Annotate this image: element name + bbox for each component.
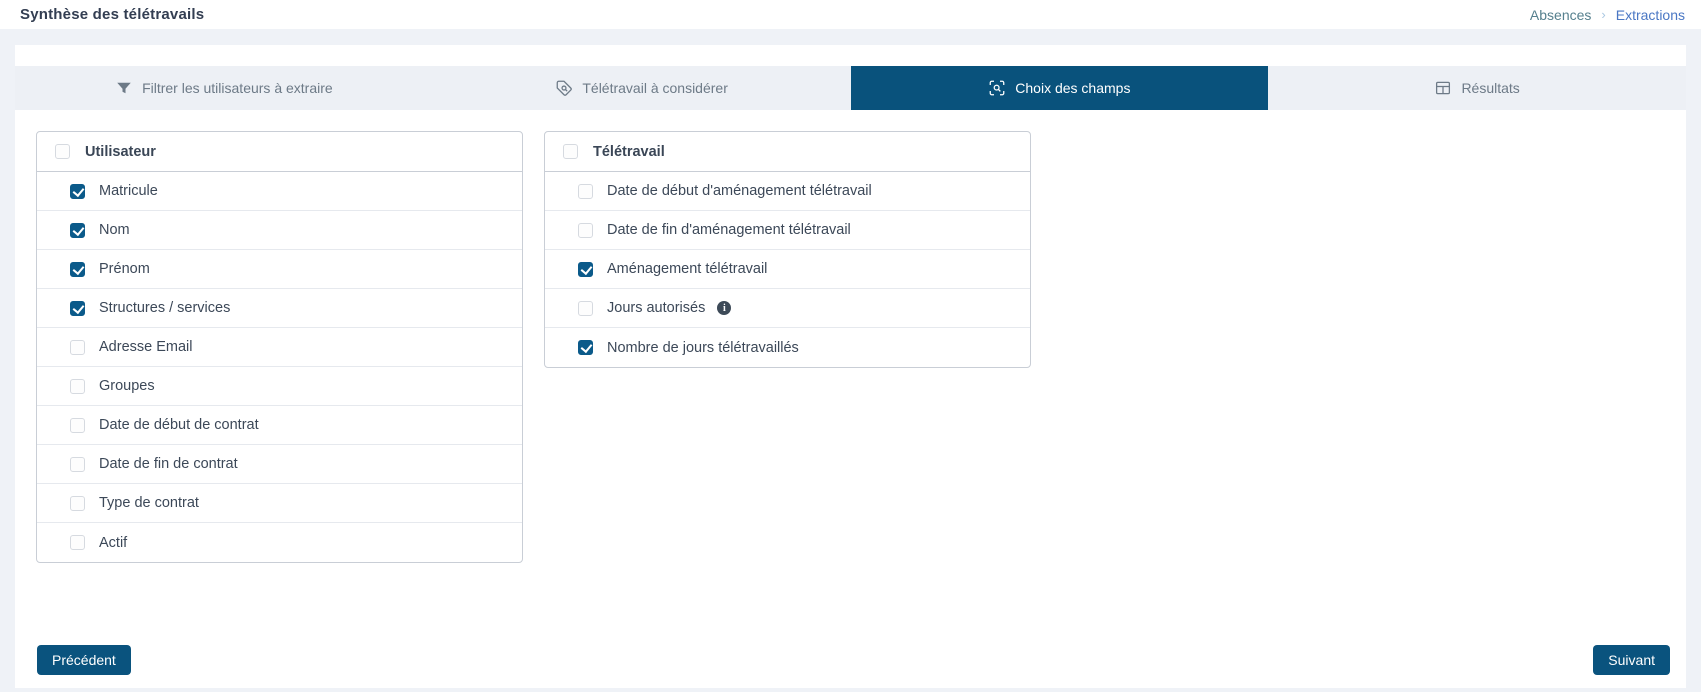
breadcrumb-current[interactable]: Extractions <box>1616 7 1685 23</box>
panel-title: Utilisateur <box>85 144 156 160</box>
field-label: Matricule <box>99 183 158 199</box>
field-label: Jours autorisés <box>607 300 705 316</box>
tab-filter-users[interactable]: Filtrer les utilisateurs à extraire <box>15 66 433 110</box>
checkbox[interactable] <box>578 340 593 355</box>
breadcrumb-parent[interactable]: Absences <box>1530 7 1591 23</box>
field-row-adresse-email[interactable]: Adresse Email <box>37 328 522 367</box>
field-label: Nombre de jours télétravaillés <box>607 340 799 356</box>
info-icon[interactable]: i <box>717 301 731 315</box>
tab-label: Filtrer les utilisateurs à extraire <box>142 80 333 96</box>
field-label: Actif <box>99 535 127 551</box>
breadcrumb-separator-icon: › <box>1601 7 1605 22</box>
field-row-structures[interactable]: Structures / services <box>37 289 522 328</box>
field-label: Date de début d'aménagement télétravail <box>607 183 872 199</box>
select-all-teletravail-checkbox[interactable] <box>563 144 578 159</box>
tab-telework-consider[interactable]: Télétravail à considérer <box>433 66 851 110</box>
field-row-date-fin-amenagement[interactable]: Date de fin d'aménagement télétravail <box>545 211 1030 250</box>
field-label: Structures / services <box>99 300 230 316</box>
scan-search-icon <box>988 79 1006 97</box>
next-button[interactable]: Suivant <box>1593 645 1670 675</box>
filter-icon <box>115 79 133 97</box>
tab-label: Résultats <box>1461 80 1519 96</box>
table-icon <box>1434 79 1452 97</box>
field-row-amenagement-teletravail[interactable]: Aménagement télétravail <box>545 250 1030 289</box>
panel-teletravail-header: Télétravail <box>545 132 1030 172</box>
field-row-matricule[interactable]: Matricule <box>37 172 522 211</box>
checkbox[interactable] <box>578 301 593 316</box>
checkbox[interactable] <box>70 262 85 277</box>
field-label: Groupes <box>99 378 155 394</box>
wizard-footer: Précédent Suivant <box>37 645 1670 675</box>
checkbox[interactable] <box>70 418 85 433</box>
field-selection-area: Utilisateur Matricule Nom Prénom Struct <box>15 110 1686 563</box>
checkbox[interactable] <box>578 184 593 199</box>
panel-utilisateur-header: Utilisateur <box>37 132 522 172</box>
field-row-actif[interactable]: Actif <box>37 523 522 562</box>
panel-title: Télétravail <box>593 144 665 160</box>
field-row-date-debut-contrat[interactable]: Date de début de contrat <box>37 406 522 445</box>
field-row-nombre-jours-teletravailles[interactable]: Nombre de jours télétravaillés <box>545 328 1030 367</box>
field-row-prenom[interactable]: Prénom <box>37 250 522 289</box>
field-label: Prénom <box>99 261 150 277</box>
breadcrumb: Absences › Extractions <box>1530 7 1685 23</box>
checkbox[interactable] <box>70 379 85 394</box>
field-label: Adresse Email <box>99 339 192 355</box>
page-title: Synthèse des télétravails <box>20 6 204 23</box>
checkbox[interactable] <box>70 184 85 199</box>
field-label: Type de contrat <box>99 495 199 511</box>
checkbox[interactable] <box>70 457 85 472</box>
wizard-tabs: Filtrer les utilisateurs à extraire Télé… <box>15 66 1686 110</box>
select-all-utilisateur-checkbox[interactable] <box>55 144 70 159</box>
checkbox[interactable] <box>70 223 85 238</box>
field-row-date-fin-contrat[interactable]: Date de fin de contrat <box>37 445 522 484</box>
tag-search-icon <box>555 79 573 97</box>
checkbox[interactable] <box>70 535 85 550</box>
tab-results[interactable]: Résultats <box>1268 66 1686 110</box>
checkbox[interactable] <box>578 223 593 238</box>
main-card: Filtrer les utilisateurs à extraire Télé… <box>15 45 1686 688</box>
checkbox[interactable] <box>70 496 85 511</box>
field-label: Date de fin de contrat <box>99 456 238 472</box>
field-row-type-contrat[interactable]: Type de contrat <box>37 484 522 523</box>
field-label: Aménagement télétravail <box>607 261 767 277</box>
panel-teletravail: Télétravail Date de début d'aménagement … <box>544 131 1031 368</box>
field-label: Date de début de contrat <box>99 417 259 433</box>
field-row-groupes[interactable]: Groupes <box>37 367 522 406</box>
previous-button[interactable]: Précédent <box>37 645 131 675</box>
checkbox[interactable] <box>70 301 85 316</box>
tab-label: Télétravail à considérer <box>582 80 728 96</box>
checkbox[interactable] <box>70 340 85 355</box>
top-header: Synthèse des télétravails Absences › Ext… <box>0 0 1701 29</box>
tab-field-choice[interactable]: Choix des champs <box>851 66 1269 110</box>
checkbox[interactable] <box>578 262 593 277</box>
tab-label: Choix des champs <box>1015 80 1130 96</box>
field-row-date-debut-amenagement[interactable]: Date de début d'aménagement télétravail <box>545 172 1030 211</box>
panel-utilisateur: Utilisateur Matricule Nom Prénom Struct <box>36 131 523 563</box>
field-row-jours-autorises[interactable]: Jours autorisés i <box>545 289 1030 328</box>
field-label: Nom <box>99 222 130 238</box>
field-row-nom[interactable]: Nom <box>37 211 522 250</box>
field-label: Date de fin d'aménagement télétravail <box>607 222 851 238</box>
